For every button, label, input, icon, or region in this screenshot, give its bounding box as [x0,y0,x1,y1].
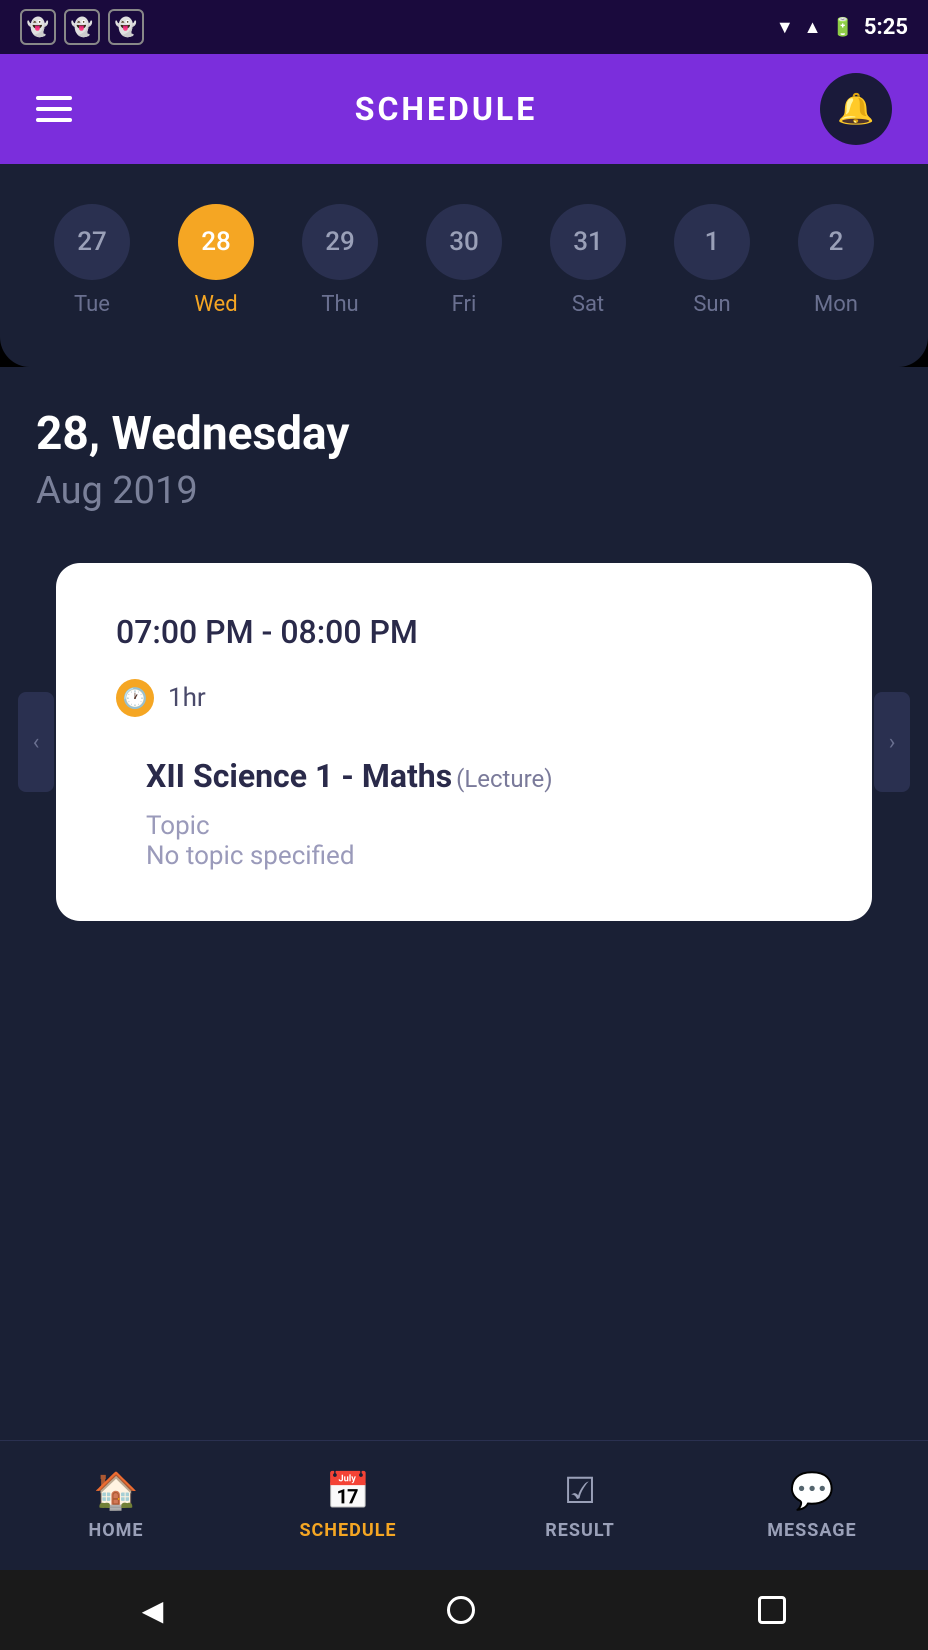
event-card: 07:00 PM - 08:00 PM 🕐 1hr XII Science 1 … [56,563,872,921]
recents-button[interactable] [758,1596,786,1624]
app-icon-3: 👻 [108,9,144,45]
selected-date-subtitle: Aug 2019 [36,469,892,513]
home-button[interactable] [447,1596,475,1624]
event-subject: XII Science 1 - Maths [146,757,452,795]
event-topic-value: No topic specified [146,841,812,871]
event-type-badge: (Lecture) [456,765,553,793]
status-bar: 👻 👻 👻 ▼ ▲ 🔋 5:25 [0,0,928,54]
nav-icon-home: 🏠 [94,1470,139,1512]
event-card-container: ‹ 07:00 PM - 08:00 PM 🕐 1hr XII Science … [36,563,892,921]
bottom-nav: 🏠 HOME 📅 SCHEDULE ☑ RESULT 💬 MESSAGE [0,1440,928,1570]
day-label: Mon [814,292,858,317]
day-item-mon[interactable]: 2 Mon [798,204,874,317]
day-number-circle: 31 [550,204,626,280]
wifi-icon: ▼ [776,17,794,38]
next-event-button[interactable]: › [874,692,910,792]
clock-icon: 🕐 [123,686,148,710]
nav-icon-result: ☑ [564,1470,596,1512]
status-bar-right: ▼ ▲ 🔋 5:25 [776,15,908,40]
day-number-circle: 1 [674,204,750,280]
battery-icon: 🔋 [832,17,854,38]
nav-label-result: RESULT [545,1520,615,1541]
back-button[interactable]: ◀ [142,1594,164,1627]
day-label: Fri [452,292,477,317]
prev-event-button[interactable]: ‹ [18,692,54,792]
signal-icon: ▲ [804,17,822,38]
page-title: SCHEDULE [355,90,537,128]
event-subject-row: XII Science 1 - Maths (Lecture) Topic No… [146,757,812,871]
app-icon-2: 👻 [64,9,100,45]
nav-item-message[interactable]: 💬 MESSAGE [696,1470,928,1541]
nav-icon-message: 💬 [790,1470,835,1512]
nav-item-schedule[interactable]: 📅 SCHEDULE [232,1470,464,1541]
event-subject-line: XII Science 1 - Maths (Lecture) [146,757,812,795]
day-item-thu[interactable]: 29 Thu [302,204,378,317]
day-label: Sun [693,292,730,317]
day-label: Tue [74,292,110,317]
nav-item-result[interactable]: ☑ RESULT [464,1470,696,1541]
event-time: 07:00 PM - 08:00 PM [116,613,812,651]
week-row: 27 Tue 28 Wed 29 Thu 30 Fri 31 Sat 1 Sun 2 Mon [30,204,898,317]
status-time: 5:25 [864,15,908,40]
nav-icon-schedule: 📅 [326,1470,371,1512]
selected-date-title: 28, Wednesday [36,407,892,461]
day-label: Wed [194,292,237,317]
day-label: Sat [572,292,604,317]
nav-label-schedule: SCHEDULE [299,1520,396,1541]
nav-item-home[interactable]: 🏠 HOME [0,1470,232,1541]
day-number-circle: 29 [302,204,378,280]
app-header: SCHEDULE 🔔 [0,54,928,164]
nav-label-message: MESSAGE [767,1520,856,1541]
day-item-sat[interactable]: 31 Sat [550,204,626,317]
app-icon-1: 👻 [20,9,56,45]
menu-button[interactable] [36,96,72,122]
event-topic-label: Topic [146,811,812,841]
notification-button[interactable]: 🔔 [820,73,892,145]
day-item-wed[interactable]: 28 Wed [178,204,254,317]
day-item-fri[interactable]: 30 Fri [426,204,502,317]
calendar-section: 27 Tue 28 Wed 29 Thu 30 Fri 31 Sat 1 Sun 2 Mon [0,164,928,367]
day-number-circle: 27 [54,204,130,280]
nav-label-home: HOME [88,1520,143,1541]
system-nav: ◀ [0,1570,928,1650]
event-duration: 1hr [168,683,206,713]
day-number-circle: 28 [178,204,254,280]
day-item-sun[interactable]: 1 Sun [674,204,750,317]
day-item-tue[interactable]: 27 Tue [54,204,130,317]
status-bar-left: 👻 👻 👻 [20,9,144,45]
main-content: 28, Wednesday Aug 2019 ‹ 07:00 PM - 08:0… [0,367,928,1440]
event-duration-row: 🕐 1hr [116,679,812,717]
day-label: Thu [321,292,358,317]
day-number-circle: 30 [426,204,502,280]
bell-icon: 🔔 [837,92,874,127]
day-number-circle: 2 [798,204,874,280]
duration-icon: 🕐 [116,679,154,717]
